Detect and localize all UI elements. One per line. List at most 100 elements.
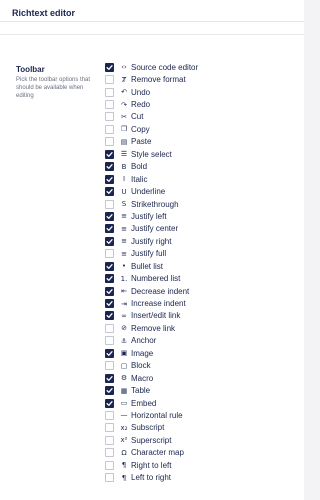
divider: [0, 34, 304, 35]
setting-description: Pick the toolbar options that should be …: [16, 77, 91, 99]
option-checkbox[interactable]: [105, 137, 114, 147]
bold-icon: B: [121, 162, 127, 171]
strikethrough-icon: S: [121, 200, 127, 209]
option-checkbox[interactable]: [105, 386, 114, 396]
checkmark-icon: [106, 350, 113, 356]
toolbar-option[interactable]: ‹› Source code editor: [105, 61, 295, 73]
option-checkbox[interactable]: [105, 199, 114, 209]
toolbar-option[interactable]: U Underline: [105, 185, 295, 197]
indent-icon: ⇥: [121, 299, 127, 308]
toolbar-option[interactable]: ∞ Insert/edit link: [105, 310, 295, 322]
toolbar-option[interactable]: ❐ Copy: [105, 123, 295, 135]
toolbar-options-list: ‹› Source code editor Ⱦ Remove format ↶ Undo ↷…: [105, 61, 295, 484]
checkmark-icon: [106, 276, 113, 282]
toolbar-option[interactable]: ≡ Justify right: [105, 235, 295, 247]
toolbar-option[interactable]: ⊘ Remove link: [105, 322, 295, 334]
option-checkbox[interactable]: [105, 112, 114, 122]
toolbar-option[interactable]: x₂ Subscript: [105, 422, 295, 434]
toolbar-option[interactable]: ⇥ Increase indent: [105, 297, 295, 309]
style-select-icon: ☰: [120, 150, 128, 159]
bullet-list-icon: •: [121, 262, 127, 271]
option-checkbox[interactable]: [105, 311, 114, 321]
option-label: Right to left: [131, 460, 172, 470]
option-checkbox[interactable]: [105, 75, 114, 85]
option-checkbox[interactable]: [105, 211, 114, 221]
toolbar-option[interactable]: ▦ Table: [105, 384, 295, 396]
toolbar-option[interactable]: ¶ Left to right: [105, 471, 295, 483]
toolbar-option[interactable]: ☰ Style select: [105, 148, 295, 160]
option-checkbox[interactable]: [105, 448, 114, 458]
toolbar-option[interactable]: ✂ Cut: [105, 111, 295, 123]
option-checkbox[interactable]: [105, 249, 114, 259]
checkmark-icon: [106, 313, 113, 319]
toolbar-option[interactable]: Ⱦ Remove format: [105, 73, 295, 85]
option-checkbox[interactable]: [105, 460, 114, 470]
toolbar-option[interactable]: ⇤ Decrease indent: [105, 285, 295, 297]
toolbar-option[interactable]: S Strikethrough: [105, 198, 295, 210]
option-checkbox[interactable]: [105, 236, 114, 246]
checkmark-icon: [106, 226, 113, 232]
toolbar-option[interactable]: x² Superscript: [105, 434, 295, 446]
option-checkbox[interactable]: [105, 162, 114, 172]
option-checkbox[interactable]: [105, 87, 114, 97]
numbered-list-icon: 1.: [120, 274, 128, 283]
option-label: Undo: [131, 87, 151, 97]
align-right-icon: ≡: [121, 237, 127, 246]
toolbar-option[interactable]: ¶ Right to left: [105, 459, 295, 471]
checkmark-icon: [106, 214, 113, 219]
option-checkbox[interactable]: [105, 299, 114, 309]
embed-icon: ▭: [120, 399, 128, 408]
toolbar-option[interactable]: ▤ Paste: [105, 136, 295, 148]
option-label: Bold: [131, 162, 148, 172]
option-checkbox[interactable]: [105, 410, 114, 420]
toolbar-option[interactable]: ▣ Image: [105, 347, 295, 359]
option-checkbox[interactable]: [105, 261, 114, 271]
toolbar-option[interactable]: • Bullet list: [105, 260, 295, 272]
toolbar-option[interactable]: 1. Numbered list: [105, 272, 295, 284]
option-checkbox[interactable]: [105, 373, 114, 383]
outdent-icon: ⇤: [121, 287, 127, 296]
toolbar-option[interactable]: ⚓ Anchor: [105, 335, 295, 347]
toolbar-option[interactable]: I Italic: [105, 173, 295, 185]
toolbar-option[interactable]: ▭ Embed: [105, 397, 295, 409]
toolbar-option[interactable]: ↶ Undo: [105, 86, 295, 98]
toolbar-option[interactable]: ≡ Justify center: [105, 223, 295, 235]
option-label: Horizontal rule: [131, 410, 183, 420]
option-checkbox[interactable]: [105, 473, 114, 483]
option-checkbox[interactable]: [105, 398, 114, 408]
option-checkbox[interactable]: [105, 187, 114, 197]
option-checkbox[interactable]: [105, 274, 114, 284]
toolbar-option[interactable]: ↷ Redo: [105, 98, 295, 110]
option-label: Underline: [131, 187, 166, 197]
option-label: Superscript: [131, 435, 172, 445]
link-icon: ∞: [121, 311, 127, 320]
option-label: Copy: [131, 124, 150, 134]
option-checkbox[interactable]: [105, 423, 114, 433]
option-checkbox[interactable]: [105, 336, 114, 346]
option-checkbox[interactable]: [105, 435, 114, 445]
option-label: Table: [131, 386, 151, 396]
image-icon: ▣: [120, 349, 128, 358]
option-checkbox[interactable]: [105, 174, 114, 184]
toolbar-option[interactable]: B Bold: [105, 161, 295, 173]
option-label: Embed: [131, 398, 157, 408]
align-center-icon: ≡: [121, 224, 127, 233]
option-checkbox[interactable]: [105, 100, 114, 110]
option-checkbox[interactable]: [105, 323, 114, 333]
toolbar-option[interactable]: Ω Character map: [105, 447, 295, 459]
toolbar-option[interactable]: ▢ Block: [105, 360, 295, 372]
toolbar-option[interactable]: ≡ Justify full: [105, 248, 295, 260]
option-checkbox[interactable]: [105, 62, 114, 72]
option-checkbox[interactable]: [105, 124, 114, 134]
option-checkbox[interactable]: [105, 348, 114, 358]
option-checkbox[interactable]: [105, 149, 114, 159]
option-label: Source code editor: [131, 62, 199, 72]
option-label: Left to right: [131, 473, 172, 483]
anchor-icon: ⚓: [120, 336, 128, 345]
toolbar-option[interactable]: — Horizontal rule: [105, 409, 295, 421]
option-checkbox[interactable]: [105, 224, 114, 234]
toolbar-option[interactable]: ≡ Justify left: [105, 210, 295, 222]
option-checkbox[interactable]: [105, 361, 114, 371]
option-checkbox[interactable]: [105, 286, 114, 296]
toolbar-option[interactable]: ⚙ Macro: [105, 372, 295, 384]
